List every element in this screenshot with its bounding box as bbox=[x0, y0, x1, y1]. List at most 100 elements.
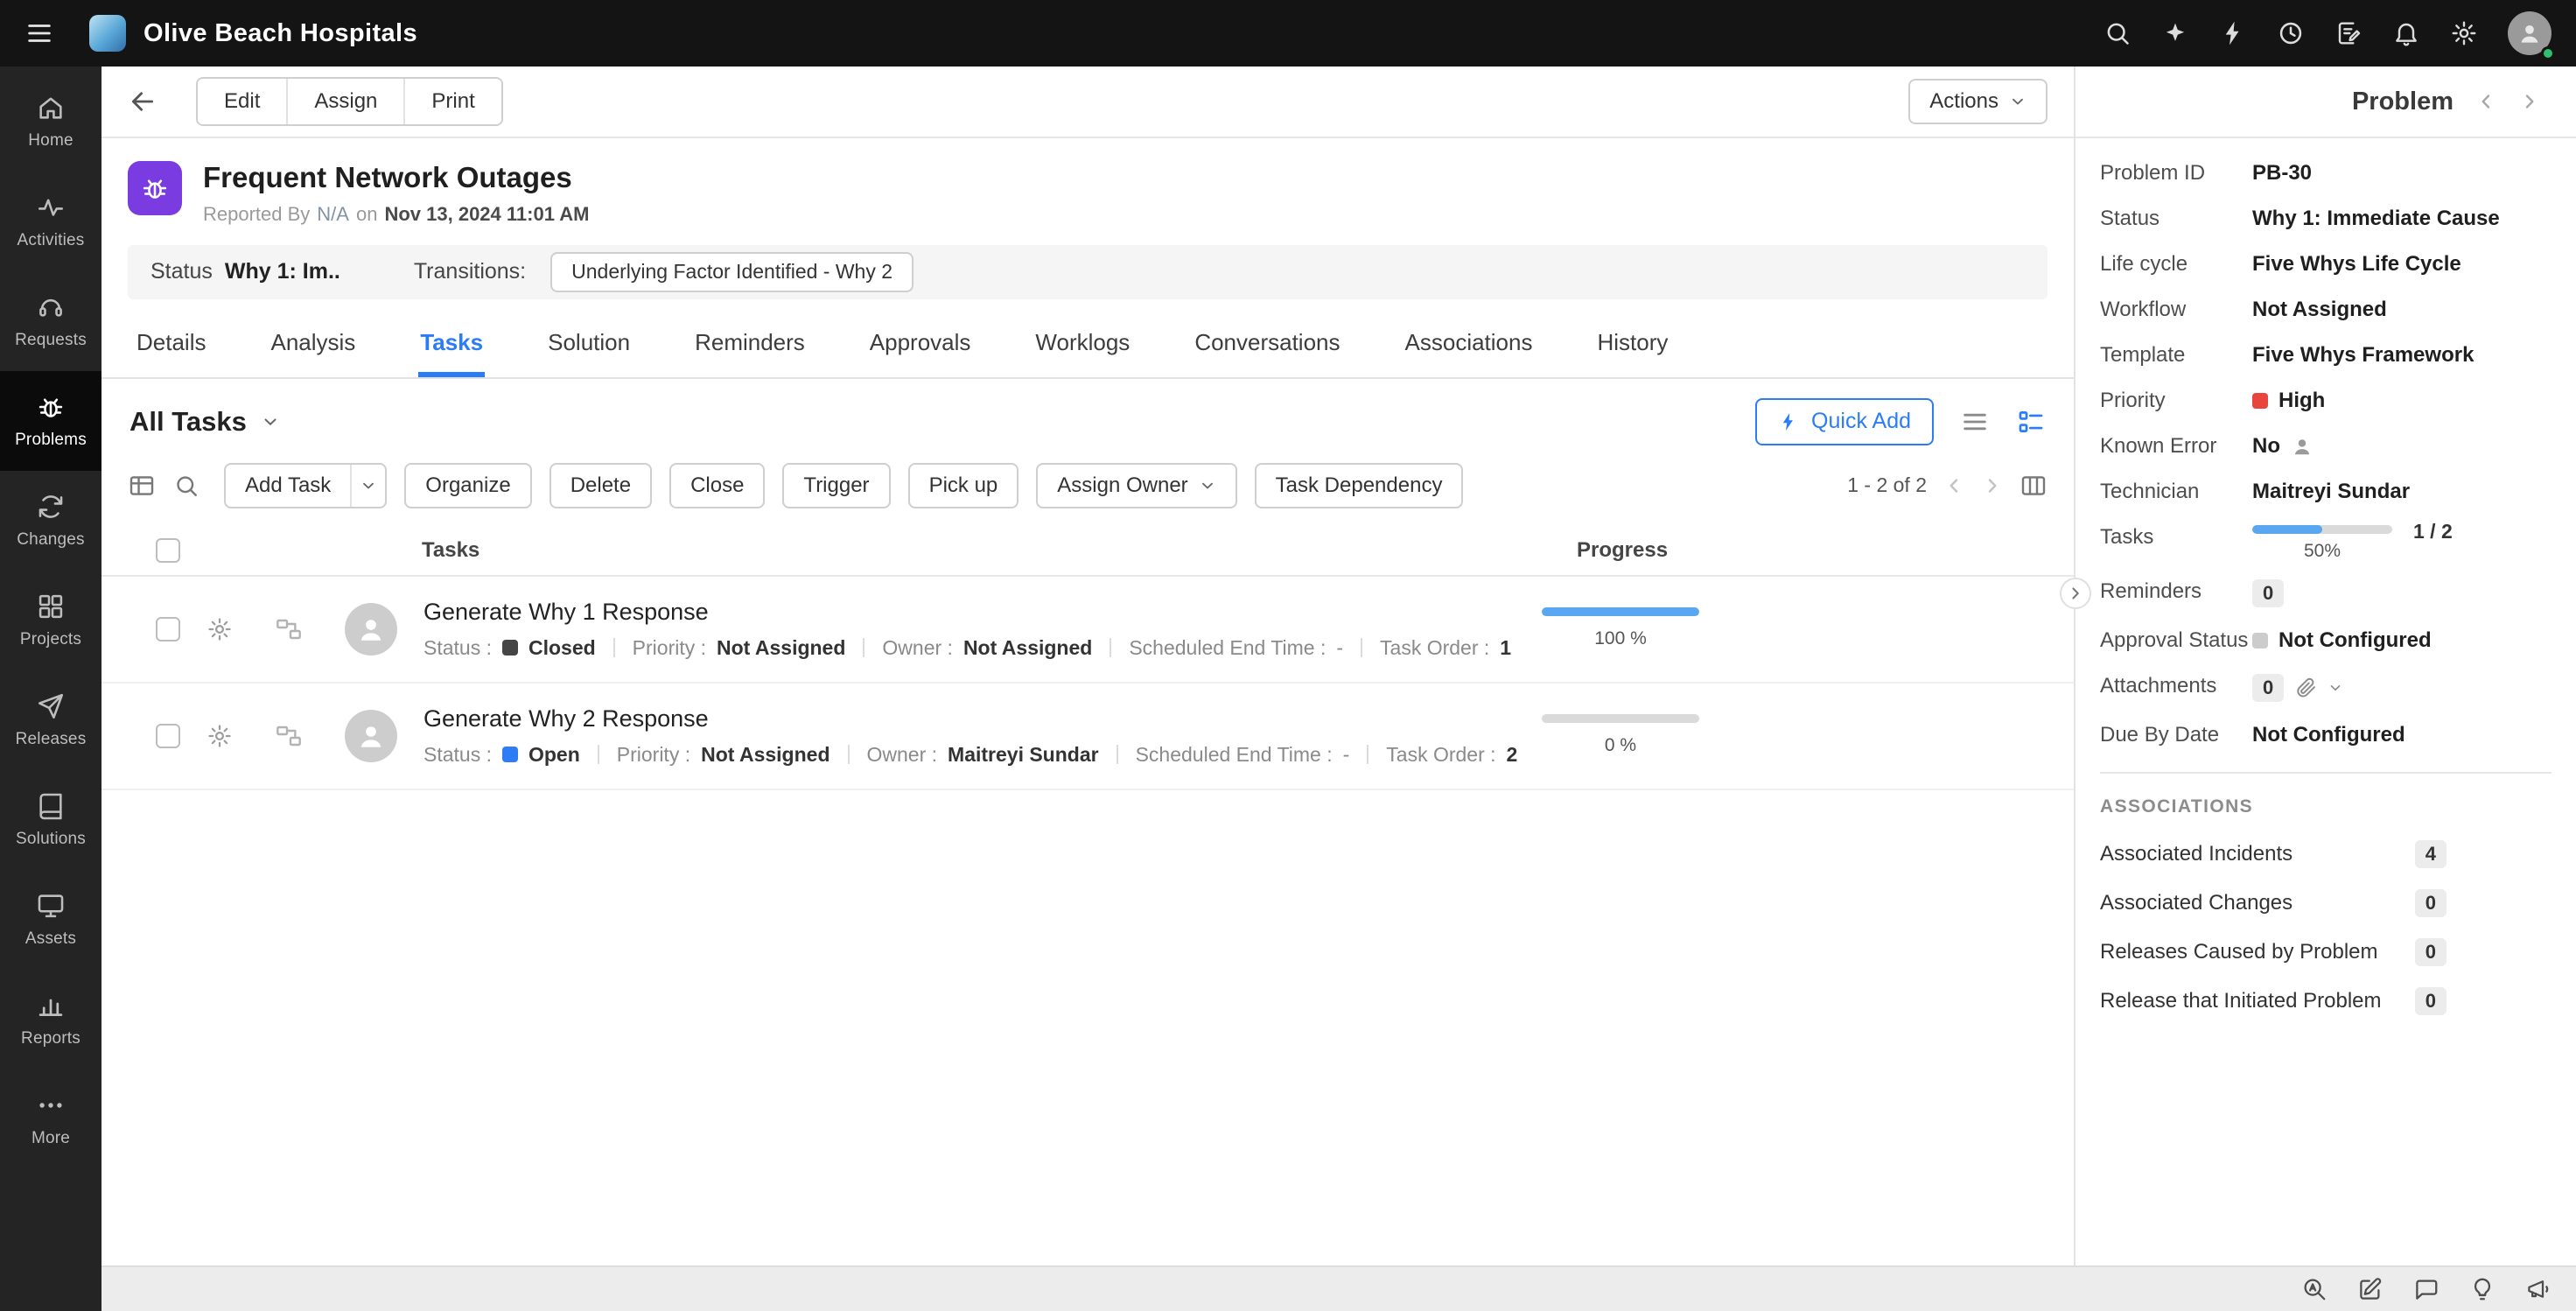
pagination-next-icon[interactable] bbox=[1981, 474, 2004, 497]
print-button[interactable]: Print bbox=[405, 79, 500, 124]
association-associated-changes[interactable]: Associated Changes 0 bbox=[2100, 889, 2446, 917]
back-button[interactable] bbox=[128, 87, 158, 116]
tab-analysis[interactable]: Analysis bbox=[269, 319, 357, 377]
tab-conversations[interactable]: Conversations bbox=[1193, 319, 1341, 377]
list-view-icon[interactable] bbox=[1960, 407, 1990, 437]
settings-icon[interactable] bbox=[2450, 19, 2478, 47]
history-icon[interactable] bbox=[2277, 19, 2305, 47]
hamburger-menu-icon[interactable] bbox=[24, 18, 54, 48]
search-icon[interactable] bbox=[2104, 19, 2132, 47]
add-task-button[interactable]: Add Task bbox=[224, 463, 387, 508]
close-task-button[interactable]: Close bbox=[669, 463, 765, 508]
paperclip-icon[interactable] bbox=[2294, 677, 2317, 699]
row-checkbox[interactable] bbox=[156, 617, 180, 641]
select-all-checkbox[interactable] bbox=[156, 538, 180, 563]
field-label: Tasks bbox=[2100, 525, 2252, 550]
sidebar-item-requests[interactable]: Requests bbox=[0, 271, 102, 371]
task-dependency-icon[interactable] bbox=[270, 722, 308, 750]
translate-search-icon[interactable] bbox=[2301, 1276, 2328, 1302]
task-progress: 0 % bbox=[1542, 714, 1699, 756]
sidebar-item-solutions[interactable]: Solutions bbox=[0, 770, 102, 870]
tab-approvals[interactable]: Approvals bbox=[868, 319, 973, 377]
divider bbox=[1116, 745, 1118, 764]
tab-tasks[interactable]: Tasks bbox=[418, 319, 485, 377]
zia-assistant-icon[interactable] bbox=[2161, 19, 2189, 47]
field-label: Technician bbox=[2100, 480, 2252, 504]
task-title[interactable]: Generate Why 1 Response bbox=[424, 599, 1511, 626]
previous-record-icon[interactable] bbox=[2474, 90, 2497, 113]
trigger-button[interactable]: Trigger bbox=[782, 463, 890, 508]
progress-bar bbox=[1542, 714, 1699, 723]
sidebar-item-assets[interactable]: Assets bbox=[0, 870, 102, 970]
requests-icon bbox=[36, 292, 66, 322]
divider bbox=[848, 745, 850, 764]
column-chooser-icon[interactable] bbox=[2020, 472, 2048, 500]
sidebar-item-problems[interactable]: Problems bbox=[0, 371, 102, 471]
chat-icon[interactable] bbox=[2413, 1276, 2440, 1302]
pagination-prev-icon[interactable] bbox=[1942, 474, 1965, 497]
tab-details[interactable]: Details bbox=[135, 319, 207, 377]
attachments-chevron-icon[interactable] bbox=[2328, 680, 2343, 696]
reminders-count-badge: 0 bbox=[2252, 579, 2284, 607]
edit-button[interactable]: Edit bbox=[198, 79, 288, 124]
notifications-icon[interactable] bbox=[2392, 19, 2420, 47]
actions-dropdown[interactable]: Actions bbox=[1908, 79, 2048, 124]
delete-button[interactable]: Delete bbox=[550, 463, 652, 508]
next-record-icon[interactable] bbox=[2518, 90, 2541, 113]
tasks-filter-chevron-icon[interactable] bbox=[261, 412, 280, 431]
panel-collapse-handle[interactable] bbox=[2060, 578, 2091, 609]
detail-view-icon[interactable] bbox=[2016, 407, 2046, 437]
problem-header: Frequent Network Outages Reported By N/A… bbox=[102, 138, 2074, 242]
sidebar-item-more[interactable]: More bbox=[0, 1069, 102, 1169]
tab-history[interactable]: History bbox=[1595, 319, 1670, 377]
compose-feedback-icon[interactable] bbox=[2357, 1276, 2384, 1302]
table-layout-icon[interactable] bbox=[128, 472, 156, 500]
task-search-icon[interactable] bbox=[173, 473, 200, 499]
task-settings-icon[interactable] bbox=[206, 723, 233, 749]
task-info: Generate Why 1 Response Status : Closed … bbox=[424, 599, 1511, 660]
association-count-badge: 4 bbox=[2415, 840, 2446, 868]
task-settings-icon[interactable] bbox=[206, 616, 233, 642]
progress-bar bbox=[1542, 607, 1699, 616]
assign-owner-dropdown[interactable]: Assign Owner bbox=[1036, 463, 1236, 508]
add-task-caret-icon[interactable] bbox=[350, 465, 385, 507]
assign-button[interactable]: Assign bbox=[288, 79, 405, 124]
suggestion-bulb-icon[interactable] bbox=[2469, 1276, 2496, 1302]
tab-worklogs[interactable]: Worklogs bbox=[1033, 319, 1131, 377]
activities-icon bbox=[36, 193, 66, 222]
known-error-value: No bbox=[2252, 434, 2280, 459]
organize-button[interactable]: Organize bbox=[404, 463, 531, 508]
sidebar-item-projects[interactable]: Projects bbox=[0, 571, 102, 670]
sidebar-item-reports[interactable]: Reports bbox=[0, 970, 102, 1069]
panel-fields: Problem ID PB-30 Status Why 1: Immediate… bbox=[2076, 138, 2576, 1015]
sidebar-item-home[interactable]: Home bbox=[0, 72, 102, 172]
quick-add-button[interactable]: Quick Add bbox=[1755, 398, 1934, 445]
field-attachments: Attachments 0 bbox=[2100, 674, 2552, 702]
transition-button[interactable]: Underlying Factor Identified - Why 2 bbox=[550, 252, 914, 292]
task-dependency-button[interactable]: Task Dependency bbox=[1255, 463, 1464, 508]
association-release-initiated[interactable]: Release that Initiated Problem 0 bbox=[2100, 987, 2446, 1015]
solutions-icon bbox=[36, 791, 66, 821]
sidebar-item-changes[interactable]: Changes bbox=[0, 471, 102, 571]
tasks-header: All Tasks Quick Add bbox=[102, 379, 2074, 461]
sidebar-item-label: More bbox=[32, 1129, 70, 1148]
task-title[interactable]: Generate Why 2 Response bbox=[424, 705, 1517, 733]
pick-up-button[interactable]: Pick up bbox=[908, 463, 1019, 508]
association-associated-incidents[interactable]: Associated Incidents 4 bbox=[2100, 840, 2446, 868]
tasks-filter-title[interactable]: All Tasks bbox=[130, 406, 247, 438]
tab-solution[interactable]: Solution bbox=[546, 319, 632, 377]
task-status-value: Open bbox=[528, 743, 580, 767]
feedback-icon[interactable] bbox=[2334, 19, 2362, 47]
tab-associations[interactable]: Associations bbox=[1404, 319, 1535, 377]
tab-reminders[interactable]: Reminders bbox=[693, 319, 807, 377]
quick-actions-icon[interactable] bbox=[2219, 19, 2247, 47]
row-checkbox[interactable] bbox=[156, 724, 180, 748]
announcements-icon[interactable] bbox=[2525, 1276, 2552, 1302]
task-dependency-icon[interactable] bbox=[270, 615, 308, 643]
task-owner-value: Not Assigned bbox=[963, 636, 1092, 660]
sidebar-item-activities[interactable]: Activities bbox=[0, 172, 102, 271]
association-releases-caused[interactable]: Releases Caused by Problem 0 bbox=[2100, 938, 2446, 966]
sidebar-item-releases[interactable]: Releases bbox=[0, 670, 102, 770]
task-owner-label: Owner : bbox=[867, 743, 938, 767]
user-avatar[interactable] bbox=[2508, 11, 2552, 55]
